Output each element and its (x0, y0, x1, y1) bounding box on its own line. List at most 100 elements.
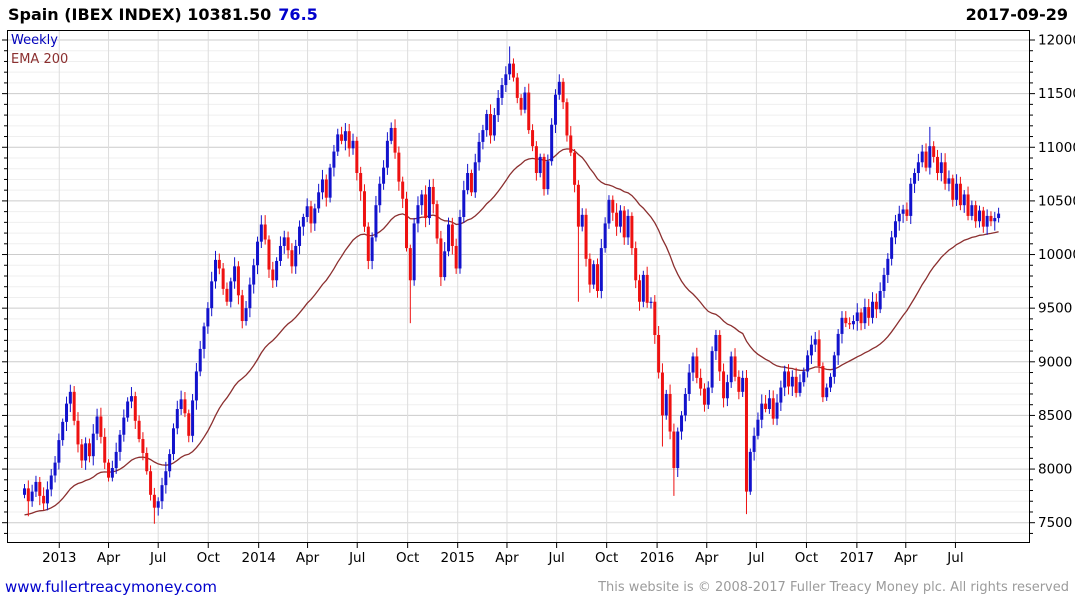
candle-body (798, 382, 802, 393)
candle-body (236, 266, 240, 296)
candle-body (878, 291, 882, 310)
candle-body (760, 403, 764, 420)
candle-body (439, 238, 443, 278)
candle-body (836, 333, 840, 356)
candle-body (252, 265, 256, 285)
candle-body (317, 192, 321, 209)
candle-body (309, 206, 313, 224)
candle-body (171, 428, 175, 455)
candle-body (366, 226, 370, 261)
candle-body (454, 245, 458, 269)
candle-body (263, 224, 267, 240)
candle-body (615, 212, 619, 227)
candle-body (244, 308, 248, 322)
candle-body (546, 161, 550, 190)
candle-body (538, 156, 542, 174)
candle-body (890, 237, 894, 259)
candle-body (634, 248, 638, 281)
candle-body (229, 281, 233, 302)
candle-body (580, 214, 584, 227)
candle-body (76, 420, 80, 445)
candle-body (729, 356, 733, 383)
candle-body (974, 205, 978, 222)
candle-body (435, 204, 439, 239)
candle-body (771, 398, 775, 419)
candle-body (672, 431, 676, 468)
candle-body (989, 215, 993, 222)
candle-body (840, 317, 844, 334)
candle-body (504, 74, 508, 86)
x-tick-label: Oct (396, 550, 419, 566)
candle-body (225, 288, 229, 302)
candle-body (210, 281, 214, 309)
candle-body (955, 183, 959, 200)
candle-body (420, 194, 424, 206)
candle-body (573, 152, 577, 185)
x-tick-label: Oct (197, 550, 220, 566)
candle-body (638, 280, 642, 302)
price-chart: 7500 8000 8500 9000 9500 10000 10500 11000 11500… (2, 30, 1075, 566)
candle-body (91, 433, 95, 457)
candle-body (599, 248, 603, 292)
x-tick-label: Jul (547, 550, 564, 566)
candle-body (168, 454, 172, 472)
candle-body (943, 162, 947, 184)
candle-body (779, 387, 783, 403)
candle-body (924, 151, 928, 168)
y-tick-label: 12000 (1038, 33, 1075, 49)
candle-body (531, 130, 535, 147)
candle-body (301, 216, 305, 227)
candle-body (867, 307, 871, 318)
y-tick-label: 9500 (1038, 301, 1072, 317)
candle-body (374, 205, 378, 238)
candle-body (328, 167, 332, 198)
candle-body (618, 210, 622, 227)
candle-body (175, 408, 179, 429)
candle-body (913, 173, 917, 184)
candle-body (485, 114, 489, 131)
candle-body (84, 443, 88, 461)
candle-body (611, 199, 615, 213)
candle-body (160, 485, 164, 502)
candle-body (871, 301, 875, 318)
candle-body (412, 223, 416, 281)
y-tick-label: 10000 (1038, 247, 1075, 263)
candle-body (855, 312, 859, 322)
candle-body (588, 258, 592, 285)
candle-body (508, 63, 512, 75)
x-tick-label: 2017 (840, 550, 874, 566)
candle-body (722, 371, 726, 399)
candle-body (443, 251, 447, 278)
x-tick-label: Apr (894, 550, 918, 566)
y-tick-label: 9000 (1038, 354, 1072, 370)
candle-body (775, 402, 779, 419)
candle-body (355, 140, 359, 174)
footer-copyright: This website is © 2008-2017 Fuller Treac… (598, 580, 1069, 595)
candle-body (744, 377, 748, 492)
candle-body (603, 223, 607, 249)
candle-body (813, 339, 817, 345)
candle-body (542, 156, 546, 190)
candle-body (695, 356, 699, 378)
candle-body (511, 63, 515, 78)
candle-body (57, 440, 61, 463)
candle-body (783, 371, 787, 388)
candle-body (561, 81, 565, 103)
candle-body (970, 205, 974, 216)
candle-body (997, 213, 1001, 219)
candle-body (863, 307, 867, 324)
footer-website-link[interactable]: www.fullertreacymoney.com (5, 578, 217, 596)
candle-body (737, 376, 741, 392)
candle-body (966, 194, 970, 216)
candle-body (450, 224, 454, 246)
candle-body (408, 248, 412, 281)
x-tick-label: Oct (595, 550, 618, 566)
candle-body (787, 371, 790, 387)
candle-body (179, 399, 183, 409)
candle-body (95, 416, 99, 434)
candle-body (183, 399, 187, 414)
candle-body (466, 173, 470, 191)
candle-body (664, 393, 668, 416)
x-tick-label: Jul (747, 550, 764, 566)
y-tick-label: 11500 (1038, 86, 1075, 102)
